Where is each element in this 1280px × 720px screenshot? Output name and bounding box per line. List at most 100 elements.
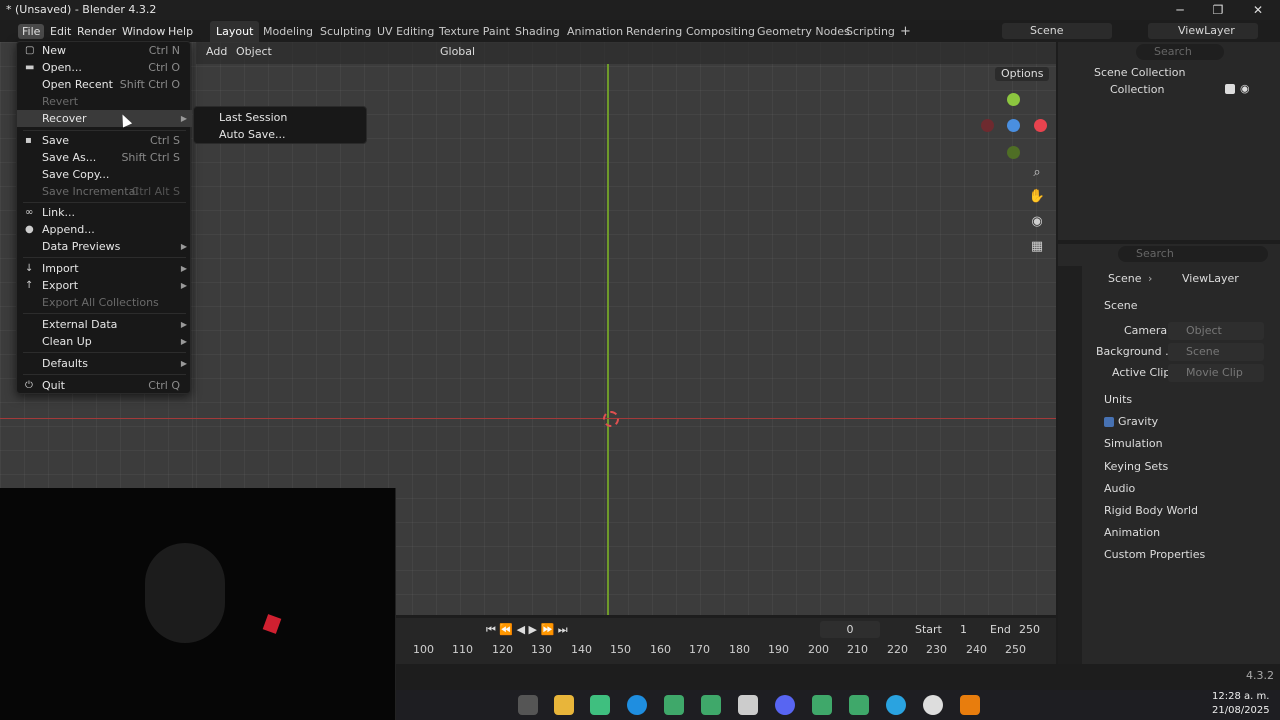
- tab-animation[interactable]: Animation: [561, 21, 629, 42]
- menu-item-new[interactable]: ▢ New Ctrl N: [17, 42, 192, 59]
- edge-icon[interactable]: [627, 695, 647, 715]
- menu-window[interactable]: Window: [118, 24, 169, 39]
- menu-item-save-copy[interactable]: Save Copy...: [17, 166, 192, 183]
- pan-hand-icon[interactable]: ✋: [1028, 188, 1046, 206]
- menu-item-recover[interactable]: Recover ▶: [17, 110, 192, 127]
- submenu-item-auto-save[interactable]: Auto Save...: [219, 126, 286, 143]
- app-icon[interactable]: [923, 695, 943, 715]
- start-value[interactable]: 1: [960, 623, 967, 636]
- taskbar-time: 12:28 a. m.: [1212, 691, 1270, 702]
- menu-help[interactable]: Help: [164, 24, 197, 39]
- gizmo-neg-y-icon[interactable]: [1007, 146, 1020, 159]
- ruler-label: 220: [887, 643, 908, 656]
- menu-item-open-recent[interactable]: Open Recent Shift Ctrl O: [17, 76, 192, 93]
- gizmo-x-icon[interactable]: [1034, 119, 1047, 132]
- properties-search-input[interactable]: Search: [1118, 246, 1268, 262]
- scene-panel-header[interactable]: Scene: [1104, 297, 1138, 315]
- ruler-label: 160: [650, 643, 671, 656]
- eye-icon[interactable]: ◉: [1240, 82, 1250, 95]
- tab-compositing[interactable]: Compositing: [680, 21, 761, 42]
- file-explorer-icon[interactable]: [554, 695, 574, 715]
- tab-layout[interactable]: Layout: [210, 21, 260, 42]
- telegram-icon[interactable]: [886, 695, 906, 715]
- panel-audio[interactable]: Audio: [1104, 480, 1135, 498]
- submenu-item-last-session[interactable]: Last Session: [219, 109, 287, 126]
- active-clip-label: Active Clip: [1112, 366, 1171, 379]
- viewport-add-menu[interactable]: Add: [206, 45, 227, 59]
- menu-item-defaults[interactable]: Defaults ▶: [17, 355, 192, 372]
- panel-gravity[interactable]: Gravity: [1118, 413, 1158, 431]
- maximize-button[interactable]: ❐: [1198, 0, 1238, 20]
- app-icon[interactable]: [812, 695, 832, 715]
- menu-item-append[interactable]: ● Append...: [17, 221, 192, 238]
- app-icon[interactable]: [849, 695, 869, 715]
- tab-uv-editing[interactable]: UV Editing: [371, 21, 440, 42]
- playback-controls[interactable]: ⏮ ⏪ ◀ ▶ ⏩ ⏭: [486, 623, 568, 637]
- app-icon[interactable]: [738, 695, 758, 715]
- menu-item-external-data[interactable]: External Data ▶: [17, 316, 192, 333]
- menu-item-open[interactable]: ▬ Open... Ctrl O: [17, 59, 192, 76]
- panel-animation[interactable]: Animation: [1104, 524, 1160, 542]
- app-icon[interactable]: [701, 695, 721, 715]
- tab-modeling[interactable]: Modeling: [257, 21, 319, 42]
- app-icon[interactable]: [664, 695, 684, 715]
- close-button[interactable]: ✕: [1238, 0, 1278, 20]
- tab-sculpting[interactable]: Sculpting: [314, 21, 377, 42]
- viewlayer-selector[interactable]: ViewLayer: [1148, 23, 1258, 39]
- collection-item[interactable]: Collection: [1110, 82, 1164, 98]
- window-title: * (Unsaved) - Blender 4.3.2: [6, 3, 157, 16]
- scene-collection-item[interactable]: Scene Collection: [1094, 65, 1185, 81]
- transform-orientation-select[interactable]: Global: [440, 45, 475, 59]
- menu-render[interactable]: Render: [73, 24, 120, 39]
- gizmo-neg-x-icon[interactable]: [981, 119, 994, 132]
- tab-shading[interactable]: Shading: [509, 21, 566, 42]
- ruler-label: 230: [926, 643, 947, 656]
- viewport-object-menu[interactable]: Object: [236, 45, 272, 59]
- camera-field[interactable]: Object: [1168, 322, 1264, 340]
- menu-item-data-previews[interactable]: Data Previews ▶: [17, 238, 192, 255]
- tab-texture-paint[interactable]: Texture Paint: [433, 21, 516, 42]
- end-value[interactable]: 250: [1019, 623, 1040, 636]
- active-clip-field[interactable]: Movie Clip: [1168, 364, 1264, 382]
- zoom-icon[interactable]: ⌕: [1028, 164, 1046, 182]
- gravity-checkbox[interactable]: [1104, 417, 1114, 427]
- scene-selector[interactable]: Scene: [1002, 23, 1112, 39]
- blender-icon[interactable]: [960, 695, 980, 715]
- collection-checkbox[interactable]: [1225, 84, 1235, 94]
- 3d-cursor-icon[interactable]: [603, 411, 619, 427]
- menu-item-save-as[interactable]: Save As... Shift Ctrl S: [17, 149, 192, 166]
- breadcrumb-scene: Scene: [1108, 272, 1142, 285]
- app-icon[interactable]: [590, 695, 610, 715]
- gizmo-y-icon[interactable]: [1007, 93, 1020, 106]
- menu-item-label: Defaults: [42, 357, 88, 370]
- menu-item-export[interactable]: ↑ Export ▶: [17, 277, 192, 294]
- tab-scripting[interactable]: Scripting: [840, 21, 901, 42]
- outliner-search-input[interactable]: Search: [1136, 44, 1224, 60]
- menu-edit[interactable]: Edit: [46, 24, 75, 39]
- task-view-icon[interactable]: [518, 695, 538, 715]
- menu-item-clean-up[interactable]: Clean Up ▶: [17, 333, 192, 350]
- add-workspace-button[interactable]: +: [894, 21, 917, 42]
- options-dropdown[interactable]: Options: [995, 67, 1050, 81]
- ruler-label: 210: [847, 643, 868, 656]
- menu-item-quit[interactable]: ⏻ Quit Ctrl Q: [17, 377, 192, 394]
- panel-simulation[interactable]: Simulation: [1104, 435, 1163, 453]
- menu-file[interactable]: File: [18, 24, 45, 39]
- background-field[interactable]: Scene: [1168, 343, 1264, 361]
- panel-keying-sets[interactable]: Keying Sets: [1104, 458, 1168, 476]
- menu-item-link[interactable]: ∞ Link...: [17, 204, 192, 221]
- discord-icon[interactable]: [775, 695, 795, 715]
- tab-rendering[interactable]: Rendering: [620, 21, 688, 42]
- minimize-button[interactable]: ─: [1160, 0, 1200, 20]
- grid-view-icon[interactable]: ▦: [1028, 238, 1046, 256]
- menu-item-save[interactable]: ▪ Save Ctrl S: [17, 132, 192, 149]
- link-icon: ∞: [25, 207, 34, 218]
- camera-view-icon[interactable]: ◉: [1028, 213, 1046, 231]
- current-frame-field[interactable]: 0: [820, 621, 880, 638]
- viewport-header: [196, 42, 1056, 64]
- panel-custom-properties[interactable]: Custom Properties: [1104, 546, 1205, 564]
- menu-item-import[interactable]: ↓ Import ▶: [17, 260, 192, 277]
- panel-units[interactable]: Units: [1104, 391, 1132, 409]
- panel-rigid-body-world[interactable]: Rigid Body World: [1104, 502, 1198, 520]
- gizmo-z-icon[interactable]: [1007, 119, 1020, 132]
